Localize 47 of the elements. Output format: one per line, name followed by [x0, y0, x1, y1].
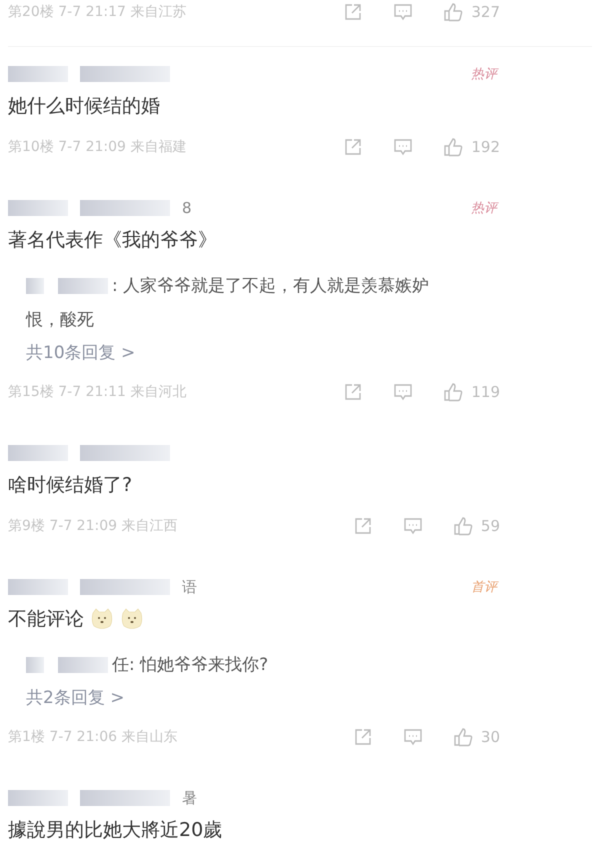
thumbs-up-icon[interactable]: [452, 727, 473, 747]
comment-meta: 第10楼 7-7 21:09 来自福建: [8, 138, 186, 156]
comment-tag: 热评: [471, 65, 497, 83]
blurred-username: [8, 445, 68, 461]
thumbs-up-icon[interactable]: [443, 382, 464, 402]
comment-icon[interactable]: [393, 2, 414, 22]
username[interactable]: 语: [182, 578, 197, 596]
reply-text: 任: 怕她爷爷来找你?: [26, 648, 442, 682]
share-icon[interactable]: [343, 2, 364, 22]
share-icon[interactable]: [352, 516, 373, 536]
thumbs-up-icon[interactable]: [443, 2, 464, 22]
like-count: 119: [471, 383, 500, 401]
like-count: 192: [471, 138, 500, 156]
thumbs-up-icon[interactable]: [443, 137, 464, 157]
comment-meta: 第15楼 7-7 21:11 来自河北: [8, 383, 186, 401]
view-replies-link[interactable]: 共10条回复 >: [26, 341, 136, 364]
comment-icon[interactable]: [402, 727, 423, 747]
share-icon[interactable]: [352, 727, 373, 747]
username[interactable]: 暑: [182, 788, 197, 808]
comment-meta: 第9楼 7-7 21:09 来自江西: [8, 517, 178, 535]
like-count: 327: [471, 3, 500, 21]
comment-icon[interactable]: [402, 516, 423, 536]
like-count: 30: [480, 728, 500, 746]
blurred-username: [8, 200, 68, 216]
comment-tag: 首评: [471, 578, 497, 596]
share-icon[interactable]: [343, 137, 364, 157]
blurred-username: [8, 790, 68, 806]
comment-text: 啥时候结婚了?: [8, 473, 132, 498]
comment-icon[interactable]: [393, 137, 414, 157]
comment-text: 她什么时候结的婚: [8, 94, 160, 119]
blurred-username: [8, 579, 68, 595]
like-count: 59: [480, 517, 500, 535]
comment-text: 據說男的比她大將近20歲: [8, 818, 222, 843]
comment-meta: 第1楼 7-7 21:06 来自山东: [8, 728, 178, 746]
blurred-username: [8, 66, 68, 82]
comment-text: 著名代表作《我的爷爷》: [8, 228, 217, 253]
comment-meta: 第20楼 7-7 21:17 来自江苏: [8, 3, 186, 21]
thumbs-up-icon[interactable]: [452, 516, 473, 536]
dog-emoji-icon: [90, 607, 114, 631]
share-icon[interactable]: [343, 382, 364, 402]
dog-emoji-icon: [120, 607, 144, 631]
username[interactable]: 8: [182, 199, 192, 217]
comment-icon[interactable]: [393, 382, 414, 402]
view-replies-link[interactable]: 共2条回复 >: [26, 686, 124, 709]
reply-text: : 人家爷爷就是了不起，有人就是羡慕嫉妒恨，酸死: [26, 275, 430, 332]
comment-tag: 热评: [471, 199, 497, 217]
comment-text: 不能评论: [8, 607, 84, 632]
